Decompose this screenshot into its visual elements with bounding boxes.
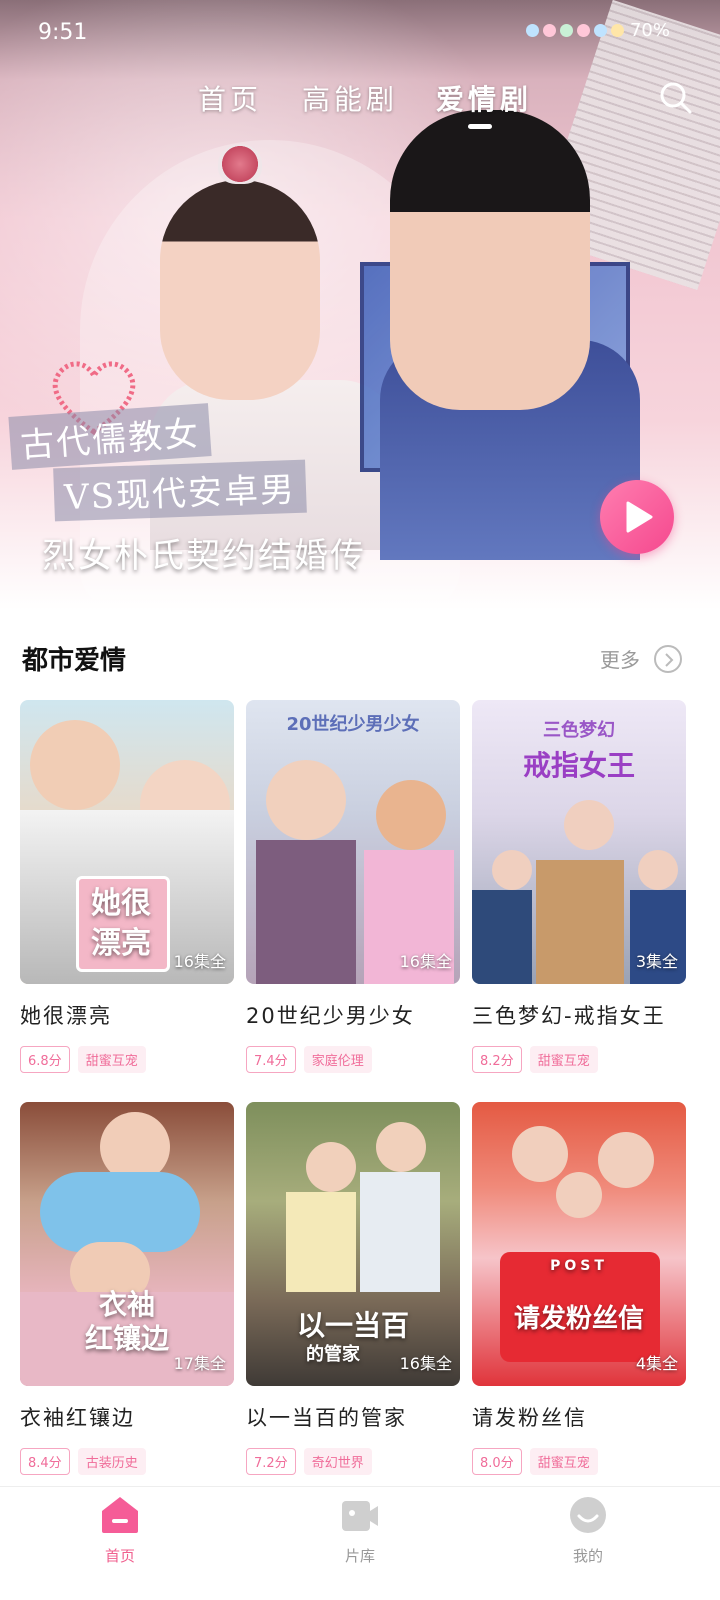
search-icon[interactable] xyxy=(658,80,694,116)
drama-title[interactable]: 以一当百的管家 xyxy=(246,1402,460,1432)
drama-title[interactable]: 她很漂亮 xyxy=(20,1000,234,1030)
nav-label: 我的 xyxy=(572,1547,603,1565)
tab-home[interactable]: 首页 xyxy=(198,78,262,118)
tab-romance[interactable]: 爱情剧 xyxy=(436,78,532,118)
episode-count: 4集全 xyxy=(635,1354,678,1373)
drama-poster[interactable]: 她很 漂亮 16集全 xyxy=(20,700,234,984)
genre-badge: 家庭伦理 xyxy=(303,1046,372,1073)
hero-title[interactable]: 烈女朴氏契约结婚传 xyxy=(42,528,366,577)
drama-tags: 6.8分 甜蜜互宠 xyxy=(20,1046,234,1073)
score-badge: 8.2分 xyxy=(472,1046,522,1073)
video-library-icon xyxy=(342,1501,378,1531)
genre-badge: 甜蜜互宠 xyxy=(529,1448,598,1475)
score-badge: 8.0分 xyxy=(472,1448,522,1475)
drama-card[interactable]: POST 请发粉丝信 4集全 请发粉丝信 8.0分 甜蜜互宠 xyxy=(472,1102,686,1475)
notification-icons xyxy=(525,24,624,37)
drama-tags: 8.4分 古装历史 xyxy=(20,1448,234,1475)
home-icon xyxy=(102,1497,138,1533)
drama-title[interactable]: 衣袖红镶边 xyxy=(20,1402,234,1432)
section-title: 都市爱情 xyxy=(22,646,127,676)
episode-count: 3集全 xyxy=(635,952,678,971)
poster-text: 戒指女王 xyxy=(522,749,635,782)
drama-poster[interactable]: 以一当百 的管家 16集全 xyxy=(246,1102,460,1386)
active-tab-indicator xyxy=(468,124,492,129)
drama-poster[interactable]: 20世纪少男少女 16集全 xyxy=(246,700,460,984)
headpiece-decoration xyxy=(218,144,262,184)
genre-badge: 奇幻世界 xyxy=(303,1448,372,1475)
genre-badge: 甜蜜互宠 xyxy=(529,1046,598,1073)
nav-label: 片库 xyxy=(344,1547,375,1565)
nav-item-library[interactable]: 片库 xyxy=(300,1495,420,1566)
drama-tags: 7.2分 奇幻世界 xyxy=(246,1448,460,1475)
drama-tags: 7.4分 家庭伦理 xyxy=(246,1046,460,1073)
episode-count: 16集全 xyxy=(173,952,226,971)
more-button[interactable]: 更多 xyxy=(600,644,682,673)
play-icon xyxy=(626,501,653,533)
play-button[interactable] xyxy=(600,480,674,554)
drama-card[interactable]: 她很 漂亮 16集全 她很漂亮 6.8分 甜蜜互宠 xyxy=(20,700,234,1073)
poster-art-female-face xyxy=(160,180,320,400)
episode-count: 17集全 xyxy=(173,1354,226,1373)
chevron-right-icon xyxy=(654,644,682,673)
drama-tags: 8.0分 甜蜜互宠 xyxy=(472,1448,686,1475)
poster-subtext: 三色梦幻 xyxy=(543,720,615,741)
drama-title[interactable]: 20世纪少男少女 xyxy=(246,1000,460,1030)
poster-art-male-face xyxy=(390,110,590,410)
score-badge: 8.4分 xyxy=(20,1448,70,1475)
drama-card[interactable]: 三色梦幻 戒指女王 3集全 三色梦幻-戒指女王 8.2分 甜蜜互宠 xyxy=(472,700,686,1073)
genre-badge: 古装历史 xyxy=(77,1448,146,1475)
drama-poster[interactable]: POST 请发粉丝信 4集全 xyxy=(472,1102,686,1386)
drama-poster[interactable]: 衣袖 红镶边 17集全 xyxy=(20,1102,234,1386)
top-tabs: 首页 高能剧 爱情剧 xyxy=(0,78,720,138)
drama-card[interactable]: 20世纪少男少女 16集全 20世纪少男少女 7.4分 家庭伦理 xyxy=(246,700,460,1073)
poster-text: 20世纪少男少女 xyxy=(286,714,420,735)
score-badge: 7.4分 xyxy=(246,1046,296,1073)
status-indicators: 70% xyxy=(525,20,670,41)
score-badge: 7.2分 xyxy=(246,1448,296,1475)
more-label: 更多 xyxy=(600,648,640,672)
episode-count: 16集全 xyxy=(399,1354,452,1373)
episode-count: 16集全 xyxy=(399,952,452,971)
nav-label: 首页 xyxy=(104,1547,135,1565)
nav-item-profile[interactable]: 我的 xyxy=(528,1495,648,1566)
score-badge: 6.8分 xyxy=(20,1046,70,1073)
status-time: 9:51 xyxy=(38,20,88,45)
poster-text: 衣袖 红镶边 xyxy=(84,1288,169,1355)
status-bar: 9:51 70% xyxy=(0,0,720,66)
tab-high-energy[interactable]: 高能剧 xyxy=(302,78,398,118)
poster-text: 以一当百 xyxy=(296,1309,409,1342)
nav-item-home[interactable]: 首页 xyxy=(60,1495,180,1566)
drama-card[interactable]: 以一当百 的管家 16集全 以一当百的管家 7.2分 奇幻世界 xyxy=(246,1102,460,1475)
drama-card[interactable]: 衣袖 红镶边 17集全 衣袖红镶边 8.4分 古装历史 xyxy=(20,1102,234,1475)
drama-title[interactable]: 三色梦幻-戒指女王 xyxy=(472,1000,686,1030)
drama-poster[interactable]: 三色梦幻 戒指女王 3集全 xyxy=(472,700,686,984)
bottom-nav: 首页 片库 我的 xyxy=(0,1486,720,1600)
genre-badge: 甜蜜互宠 xyxy=(77,1046,146,1073)
profile-icon xyxy=(570,1497,606,1533)
poster-subtext: POST xyxy=(550,1258,608,1274)
hero-banner[interactable]: 9:51 70% 首页 高能剧 爱情剧 古代儒教女 VS现代安卓男 烈女朴氏契约… xyxy=(0,0,720,610)
poster-text: 请发粉丝信 xyxy=(513,1304,644,1334)
battery-level: 70% xyxy=(629,20,670,41)
drama-tags: 8.2分 甜蜜互宠 xyxy=(472,1046,686,1073)
drama-title[interactable]: 请发粉丝信 xyxy=(472,1402,686,1432)
hero-slogan-line2: VS现代安卓男 xyxy=(53,459,307,522)
